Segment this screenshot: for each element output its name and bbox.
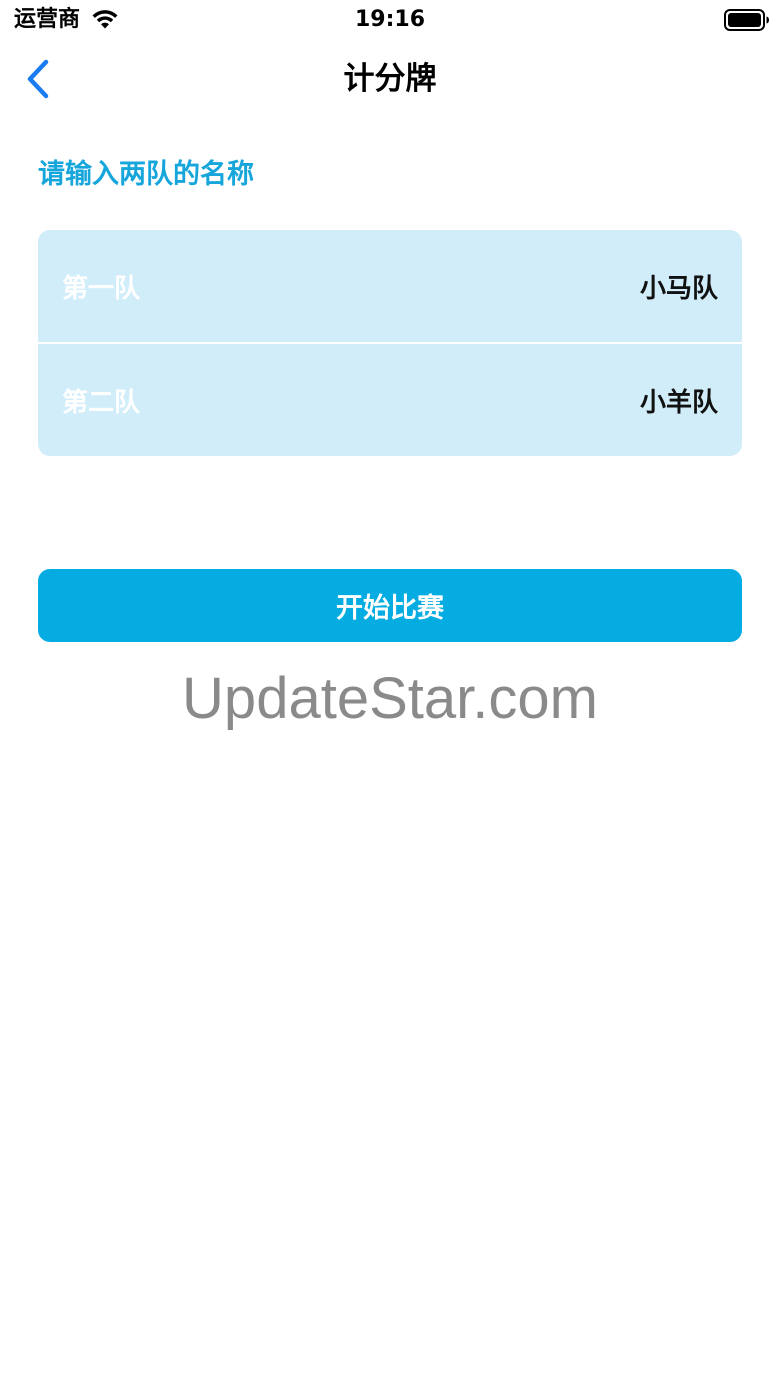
- scoreboard-setup-screen: 运营商 19:16 计分牌 请输入两队的名称 第一队 第二队: [0, 0, 780, 1387]
- team-one-row: 第一队: [38, 230, 742, 342]
- status-time: 19:16: [354, 7, 426, 32]
- status-bar: 运营商 19:16: [0, 0, 780, 40]
- team-two-label: 第二队: [62, 387, 141, 418]
- team-one-label: 第一队: [62, 273, 141, 304]
- watermark-text: UpdateStar.com: [182, 666, 598, 731]
- team-name-form: 第一队 第二队: [38, 230, 742, 456]
- team-one-input[interactable]: [518, 271, 718, 301]
- page-title: 计分牌: [343, 61, 437, 97]
- team-two-input[interactable]: [518, 385, 718, 415]
- navigation-bar: 计分牌: [0, 46, 780, 112]
- team-two-row: 第二队: [38, 344, 742, 456]
- back-button[interactable]: [18, 56, 58, 102]
- chevron-left-icon: [27, 59, 49, 99]
- section-title: 请输入两队的名称: [38, 159, 254, 190]
- battery-full-icon: [724, 9, 769, 31]
- start-match-button[interactable]: 开始比赛: [38, 569, 742, 642]
